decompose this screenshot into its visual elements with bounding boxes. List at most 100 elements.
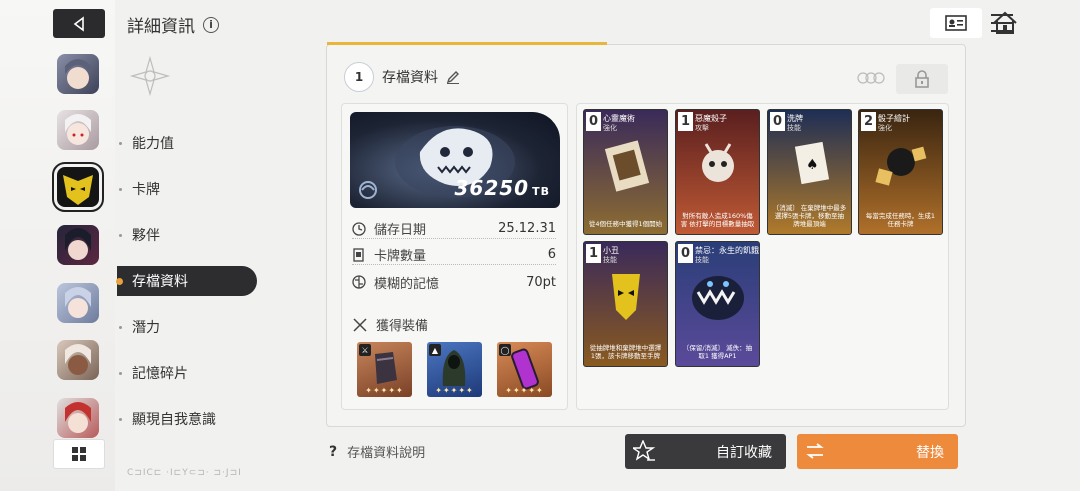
deck-card-4[interactable]: 2 骰子繪計 強化 每當完成任務時，生成1任務卡牌 xyxy=(858,109,943,235)
brain-icon xyxy=(352,275,366,289)
character-portrait-6[interactable] xyxy=(57,340,99,380)
profile-card-button[interactable] xyxy=(930,8,982,38)
deck-card-6[interactable]: 0 禁忌：永生的飢餓 技能 〔保留/消滅〕 滅佚：抽取1 獲得AP1 xyxy=(675,241,760,367)
card-art-icon: ♠ xyxy=(794,141,830,185)
card-cost: 1 xyxy=(678,112,693,131)
card-art-icon xyxy=(604,140,650,192)
stat-vague-memory: 模糊的記憶 70pt xyxy=(352,272,556,292)
stat-value: 6 xyxy=(547,247,556,262)
card-art-icon xyxy=(692,276,744,320)
edit-pencil-icon[interactable] xyxy=(446,70,460,84)
card-description: 從抽牌堆和棄牌堆中選擇1張，該卡牌移動至手牌 xyxy=(589,343,662,360)
storage-unit: TB xyxy=(532,185,550,198)
character-avatar-icon xyxy=(65,114,91,145)
stat-save-date: 儲存日期 25.12.31 xyxy=(352,219,556,239)
stat-label: 儲存日期 xyxy=(374,223,427,238)
menu-item-label: 能力值 xyxy=(132,136,174,152)
armor-slot-icon: ▲ xyxy=(429,344,441,356)
stat-value: 25.12.31 xyxy=(498,221,556,236)
card-stack-icon xyxy=(353,247,364,262)
grid-view-button[interactable] xyxy=(53,439,105,469)
detail-menu: 能力值 卡牌 夥伴 存檔資料 潛力 記憶碎片 顯現自我意識 xyxy=(116,128,257,450)
menu-item-save-data[interactable]: 存檔資料 xyxy=(116,266,257,296)
character-portrait-1[interactable] xyxy=(57,54,99,94)
accessory-slot-icon: ◯ xyxy=(499,344,511,356)
character-portrait-4[interactable] xyxy=(57,225,99,265)
custom-collection-label: 自訂收藏 xyxy=(716,444,772,461)
question-icon: ? xyxy=(329,443,338,460)
card-cost: 0 xyxy=(586,112,601,131)
card-type: 強化 xyxy=(878,124,892,132)
card-cost: 2 xyxy=(861,112,876,131)
swap-button[interactable]: 替換 xyxy=(797,434,958,469)
back-button[interactable] xyxy=(53,9,105,38)
card-type: 攻擊 xyxy=(695,124,709,132)
swap-label: 替換 xyxy=(916,444,944,461)
stat-label: 模糊的記憶 xyxy=(374,276,440,292)
character-portrait-2[interactable] xyxy=(57,110,99,150)
footer-logo-text: C⊐IC⊏ ·I⊏Y⊂⊐· ⊐·J⊐I xyxy=(127,468,242,478)
menu-item-memory-fragments[interactable]: 記憶碎片 xyxy=(117,358,257,388)
weapon-slot-icon: ⚔ xyxy=(359,344,371,356)
equipment-item-vial[interactable]: ◯ ✦✦✦✦✦ xyxy=(497,342,552,397)
character-avatar-icon xyxy=(65,287,91,318)
hamburger-menu-icon[interactable] xyxy=(991,13,1013,33)
equipment-item-cloak[interactable]: ▲ ✦✦✦✦✦ xyxy=(427,342,482,397)
menu-item-partners[interactable]: 夥伴 xyxy=(117,220,257,250)
menu-item-manifest-ego[interactable]: 顯現自我意識 xyxy=(117,404,257,434)
slot-number-badge: 1 xyxy=(344,62,374,92)
help-link[interactable]: ? 存檔資料說明 xyxy=(329,442,425,462)
card-type: 強化 xyxy=(603,124,617,132)
menu-item-label: 潛力 xyxy=(132,320,160,336)
save-slot-header: 1 存檔資料 xyxy=(344,62,460,92)
deck-card-3[interactable]: 0 洗牌 技能 ♠ 〔消滅〕 在棄牌堆中最多選擇5張卡牌，移動至抽牌堆最頂端 xyxy=(767,109,852,235)
rarity-stars: ✦✦✦✦✦ xyxy=(365,386,404,395)
card-description: 從4個任務中獲得1個開始 xyxy=(588,219,663,228)
rarity-stars: ✦✦✦✦✦ xyxy=(435,386,474,395)
storage-value: 36250 TB xyxy=(455,176,550,200)
deck-card-5[interactable]: 1 小丑 技能 從抽牌堆和棄牌堆中選擇1張，該卡牌移動至手牌 xyxy=(583,241,668,367)
emblem-logo-icon xyxy=(129,55,171,97)
crossed-swords-icon xyxy=(353,317,367,332)
grid-icon xyxy=(72,447,86,461)
menu-item-label: 夥伴 xyxy=(132,228,160,244)
menu-item-label: 存檔資料 xyxy=(132,274,188,290)
card-art-icon xyxy=(612,274,640,320)
panel-accent-bar xyxy=(327,42,607,45)
page-title-text: 詳細資訊 xyxy=(127,17,195,37)
equipment-item-gauntlet[interactable]: ⚔ ✦✦✦✦✦ xyxy=(357,342,412,397)
menu-item-potential[interactable]: 潛力 xyxy=(117,312,257,342)
deck-card-1[interactable]: 0 心靈魔術 強化 從4個任務中獲得1個開始 xyxy=(583,109,668,235)
save-slot-title: 存檔資料 xyxy=(382,70,438,86)
card-description: 〔保留/消滅〕 滅佚：抽取1 獲得AP1 xyxy=(682,343,753,360)
link-rings-icon xyxy=(857,72,885,84)
menu-item-stats[interactable]: 能力值 xyxy=(117,128,257,158)
save-banner: 36250 TB xyxy=(350,112,560,208)
swap-arrows-icon xyxy=(806,443,824,459)
character-portrait-5[interactable] xyxy=(57,283,99,323)
back-arrow-icon xyxy=(73,15,84,32)
equipment-title-text: 獲得裝備 xyxy=(376,319,429,334)
info-icon[interactable]: i xyxy=(203,16,219,33)
menu-item-label: 卡牌 xyxy=(132,182,160,198)
card-art-icon xyxy=(875,146,927,186)
card-type: 技能 xyxy=(787,124,801,132)
character-portrait-3-selected[interactable] xyxy=(52,162,104,212)
character-avatar-icon xyxy=(65,344,91,375)
id-card-icon xyxy=(945,15,967,31)
clock-icon xyxy=(352,221,366,236)
card-cost: 0 xyxy=(770,112,785,131)
card-description: 每當完成任務時，生成1任務卡牌 xyxy=(865,211,936,228)
menu-item-cards[interactable]: 卡牌 xyxy=(117,174,257,204)
star-edit-icon xyxy=(633,440,656,461)
card-type: 技能 xyxy=(695,256,709,264)
deck-card-2[interactable]: 1 惡魔殼子 攻擊 對所有敵人造成160%傷害 依打擊的目標數量抽取 xyxy=(675,109,760,235)
custom-collection-button[interactable]: 自訂收藏 xyxy=(625,434,786,469)
card-description: 〔消滅〕 在棄牌堆中最多選擇5張卡牌，移動至抽牌堆最頂端 xyxy=(772,203,847,228)
lock-button[interactable] xyxy=(896,64,948,94)
character-portrait-7[interactable] xyxy=(57,398,99,438)
card-art-icon xyxy=(702,143,734,182)
menu-item-label: 記憶碎片 xyxy=(132,366,188,382)
stat-label: 卡牌數量 xyxy=(374,249,427,264)
rarity-stars: ✦✦✦✦✦ xyxy=(505,386,544,395)
